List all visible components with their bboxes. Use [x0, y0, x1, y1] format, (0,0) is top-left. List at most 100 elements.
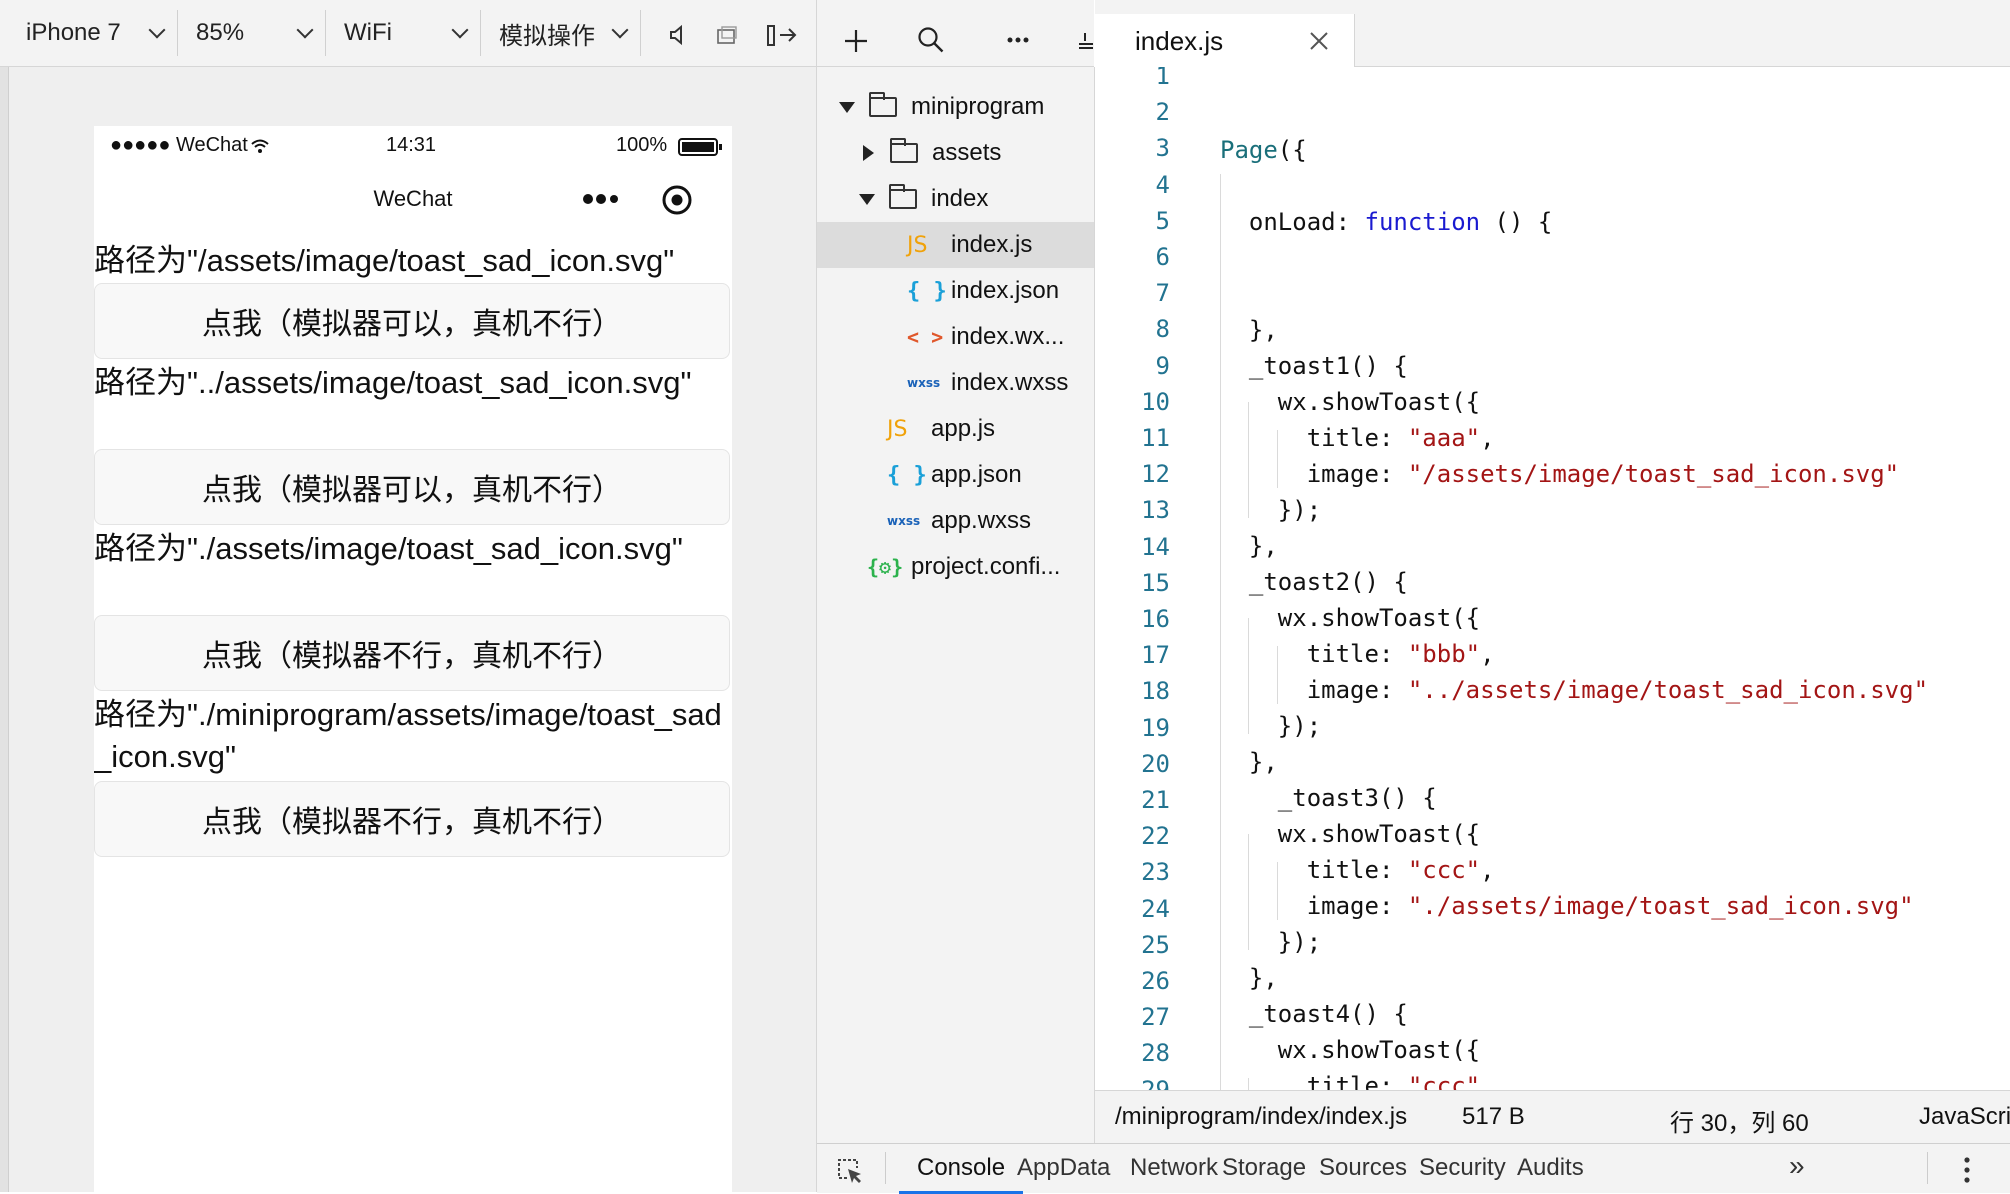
code-line-20: }, [1220, 748, 1278, 776]
path-text-1: 路径为"/assets/image/toast_sad_icon.svg" [94, 243, 675, 278]
detach-icon[interactable] [766, 24, 800, 46]
line-number: 28 [1141, 1039, 1170, 1068]
json-file-icon: { } [887, 462, 927, 488]
code-line-21: _toast3() { [1220, 784, 1437, 812]
code-line-28: wx.showToast({ [1220, 1036, 1481, 1064]
code-token: title: [1220, 424, 1408, 452]
collapse-icon[interactable] [1077, 30, 1093, 50]
folder-open-icon [889, 184, 917, 209]
line-number: 29 [1141, 1075, 1170, 1090]
code-token: image: [1220, 892, 1408, 920]
more-icon[interactable] [1007, 36, 1029, 44]
code-token: "../assets/image/toast_sad_icon.svg" [1407, 676, 1929, 704]
line-number: 6 [1155, 243, 1170, 271]
code-line-10: wx.showToast({ [1220, 388, 1481, 416]
kebab-menu-icon[interactable] [1963, 1156, 1971, 1184]
code-line-15: _toast2() { [1220, 568, 1408, 596]
tree-item-project-config[interactable]: {⚙} project.confi... [817, 544, 1094, 590]
tree-item-label: app.json [931, 461, 1022, 488]
toast4-button[interactable]: 点我（模拟器不行，真机不行） [94, 781, 730, 857]
code-token: Page [1220, 136, 1278, 164]
more-dots-icon[interactable] [582, 192, 622, 206]
zoom-select[interactable]: 85% [178, 10, 326, 56]
line-number: 24 [1141, 894, 1170, 923]
tree-item-label: app.wxss [931, 507, 1032, 534]
code-line-26: }, [1220, 964, 1278, 992]
code-token: title: [1220, 856, 1408, 884]
line-number: 21 [1141, 786, 1170, 814]
devtools-tab-appdata[interactable]: AppData [1017, 1154, 1110, 1182]
file-tree: miniprogram assets index JS index.js { }… [817, 67, 1095, 1143]
tree-item-index-wxss[interactable]: wxss index.wxss [817, 360, 1094, 406]
tree-item-label: index [931, 185, 989, 212]
file-size: 517 B [1462, 1103, 1525, 1130]
devtools-tab-storage[interactable]: Storage [1222, 1154, 1306, 1182]
toast1-button[interactable]: 点我（模拟器可以，真机不行） [94, 283, 730, 359]
code-token: function [1364, 208, 1481, 236]
tree-item-app-json[interactable]: { } app.json [817, 452, 1094, 498]
device-select[interactable]: iPhone 7 [8, 10, 178, 56]
code-editor[interactable]: 1 2 3 4 5 6 7 8 9 10 11 12 13 14 15 16 17 18 19 20 21 22 23 24 2… [1095, 67, 2010, 1090]
code-line-19: }); [1220, 712, 1322, 740]
battery-icon [678, 138, 722, 156]
network-select[interactable]: WiFi [326, 10, 481, 56]
code-line-22: wx.showToast({ [1220, 820, 1481, 848]
search-icon[interactable] [917, 26, 945, 54]
tree-item-app-wxss[interactable]: wxss app.wxss [817, 498, 1094, 544]
toast3-button[interactable]: 点我（模拟器不行，真机不行） [94, 615, 730, 691]
tree-item-label: project.confi... [911, 553, 1061, 580]
tree-item-label: miniprogram [911, 93, 1045, 120]
tree-item-miniprogram[interactable]: miniprogram [817, 84, 1094, 130]
close-icon[interactable] [1309, 31, 1329, 51]
close-capsule-icon[interactable] [661, 184, 693, 216]
tab-label: index.js [1135, 26, 1224, 56]
volume-icon[interactable] [668, 24, 690, 46]
devtools-tab-console[interactable]: Console [899, 1154, 1024, 1194]
devtools-tab-network[interactable]: Network [1130, 1154, 1218, 1182]
status-time: 14:31 [386, 134, 437, 156]
code-token: title: [1220, 640, 1408, 668]
line-number: 14 [1141, 532, 1170, 561]
tree-item-assets[interactable]: assets [817, 130, 1094, 176]
line-number: 13 [1141, 496, 1170, 525]
code-line-11: title: "aaa", [1220, 424, 1495, 452]
tree-item-index-folder[interactable]: index [817, 176, 1094, 222]
toast2-button[interactable]: 点我（模拟器可以，真机不行） [94, 449, 730, 525]
more-tabs-icon[interactable]: » [1789, 1150, 1805, 1182]
code-token: "ccc" [1407, 856, 1481, 884]
line-number: 8 [1155, 315, 1170, 344]
wxss-file-icon: wxss [907, 376, 941, 390]
tree-item-index-wxml[interactable]: < > index.wx... [817, 314, 1094, 360]
operation-select[interactable]: 模拟操作 [481, 10, 641, 56]
line-number: 16 [1141, 605, 1170, 633]
tab-index-js[interactable]: index.js [1095, 14, 1355, 67]
tree-item-label: index.json [951, 277, 1060, 304]
devtools-tab-sources[interactable]: Sources [1319, 1154, 1407, 1182]
line-number: 10 [1141, 387, 1170, 416]
path-text-3: 路径为"./assets/image/toast_sad_icon.svg" [94, 531, 683, 566]
devtools-tab-audits[interactable]: Audits [1517, 1154, 1584, 1182]
chevron-down-icon [296, 21, 314, 39]
simulator-toolbar: iPhone 7 85% WiFi 模拟操作 [0, 0, 817, 67]
line-number: 7 [1155, 279, 1170, 308]
js-file-icon: JS [907, 232, 928, 258]
code-token: () { [1480, 208, 1553, 236]
folder-icon [890, 138, 918, 163]
tree-item-app-js[interactable]: JS app.js [817, 406, 1094, 452]
inspect-element-icon[interactable] [835, 1156, 865, 1186]
line-number: 15 [1141, 568, 1170, 597]
device-select-value: iPhone 7 [26, 19, 121, 46]
line-number: 22 [1141, 822, 1170, 851]
tree-item-index-js[interactable]: JS index.js [817, 222, 1094, 268]
chevron-down-icon [148, 21, 166, 39]
rotate-icon[interactable] [716, 24, 738, 46]
code-line-8: }, [1220, 316, 1278, 344]
path-text-4: 路径为"./miniprogram/assets/image/toast_sad… [94, 697, 722, 774]
line-number: 17 [1141, 641, 1170, 670]
code-token: onLoad: [1220, 208, 1365, 236]
add-icon[interactable] [843, 28, 869, 54]
tree-item-index-json[interactable]: { } index.json [817, 268, 1094, 314]
devtools-tab-security[interactable]: Security [1419, 1154, 1506, 1182]
language-mode[interactable]: JavaScript [1919, 1103, 2010, 1131]
code-line-27: _toast4() { [1220, 1000, 1408, 1028]
